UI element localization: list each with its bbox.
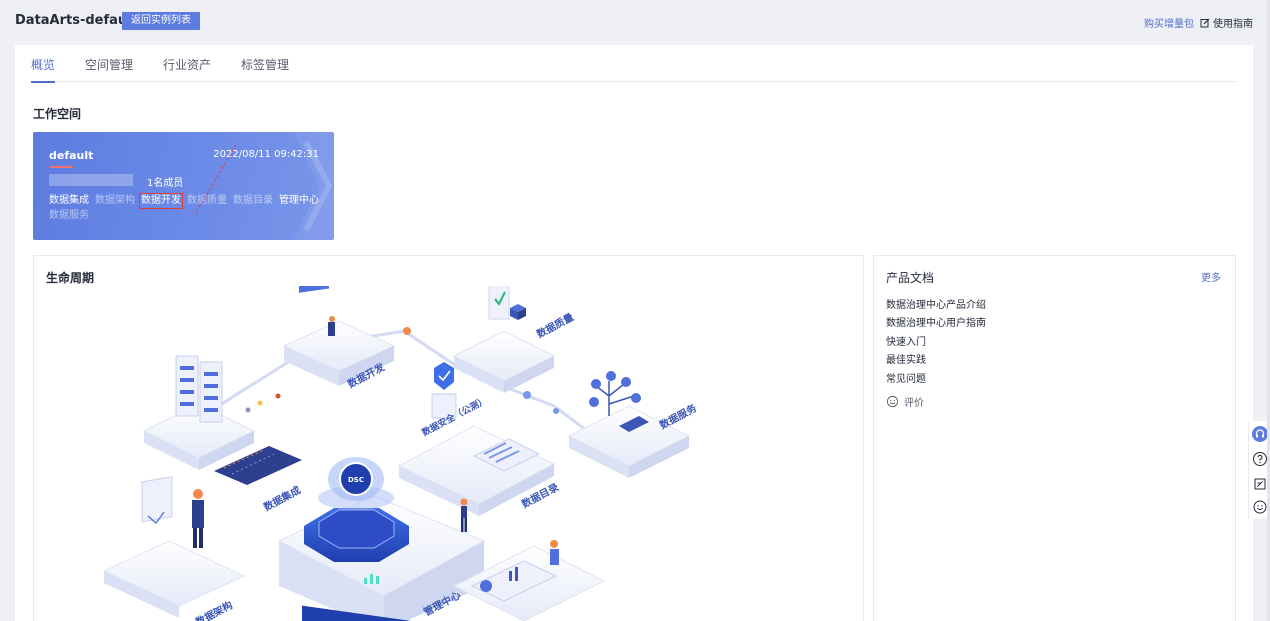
workspace-module-links: 数据集成 数据架构 数据开发 数据质量 数据目录 管理中心 数据服务	[49, 193, 324, 222]
tab-bar: 概览 空间管理 行业资产 标签管理	[31, 45, 1237, 83]
security-catalog-platform	[397, 362, 556, 516]
headset-icon[interactable]	[1252, 426, 1268, 442]
tab-industry-assets[interactable]: 行业资产	[163, 45, 211, 82]
tab-overview[interactable]: 概览	[31, 45, 56, 83]
edit-doc-icon	[1200, 18, 1210, 27]
label-architecture: 数据架构	[193, 598, 234, 621]
buy-package-link[interactable]: 购买增量包	[1144, 15, 1194, 30]
workspace-name: default	[49, 149, 94, 162]
doc-link[interactable]: 快速入门	[886, 334, 986, 352]
redacted-owner	[49, 174, 133, 186]
workspace-date: 2022/08/11 09:42:31	[213, 149, 319, 160]
lifecycle-title: 生命周期	[46, 271, 95, 285]
module-link-integration[interactable]: 数据集成	[49, 195, 89, 207]
doc-link[interactable]: 数据治理中心产品介绍	[886, 297, 986, 315]
workspace-name-underline	[49, 166, 73, 168]
standing-person	[460, 498, 468, 532]
docs-title: 产品文档	[886, 271, 935, 285]
lifecycle-card: 生命周期 数据开发 数据质量 数据服务 数据集成 数据安全（公测） 数据目录 D…	[33, 255, 864, 621]
rate-button[interactable]: 评价	[886, 394, 924, 409]
smile-feedback-icon[interactable]	[1252, 499, 1268, 515]
docs-list: 数据治理中心产品介绍 数据治理中心用户指南 快速入门 最佳实践 常见问题	[886, 297, 986, 389]
label-integration: 数据集成	[261, 483, 302, 513]
module-link-catalog[interactable]: 数据目录	[233, 195, 273, 207]
rate-label: 评价	[904, 398, 924, 409]
app-title: DataArts-default	[15, 13, 138, 28]
module-link-architecture[interactable]: 数据架构	[95, 195, 135, 207]
tab-space-management[interactable]: 空间管理	[85, 45, 133, 82]
user-guide-label: 使用指南	[1213, 19, 1253, 30]
top-bar: DataArts-default 返回实例列表 购买增量包 使用指南	[0, 0, 1270, 42]
label-service: 数据服务	[657, 401, 699, 432]
product-docs-card: 产品文档 更多 数据治理中心产品介绍 数据治理中心用户指南 快速入门 最佳实践 …	[873, 255, 1236, 621]
user-guide-link[interactable]: 使用指南	[1200, 15, 1253, 30]
docs-more-link[interactable]: 更多	[1201, 269, 1221, 284]
module-link-service[interactable]: 数据服务	[49, 210, 89, 222]
workspace-section-title: 工作空间	[33, 107, 82, 121]
workspace-card[interactable]: default 2022/08/11 09:42:31 1名成员 数据集成 数据…	[33, 132, 334, 240]
module-link-development[interactable]: 数据开发	[139, 193, 183, 209]
smile-icon	[886, 395, 899, 408]
workspace-members: 1名成员	[147, 178, 184, 189]
doc-link[interactable]: 最佳实践	[886, 352, 986, 370]
tab-tag-management[interactable]: 标签管理	[241, 45, 289, 82]
overview-panel: 概览 空间管理 行业资产 标签管理 工作空间 default 2022/08/1…	[15, 45, 1253, 621]
integration-platform	[142, 355, 302, 485]
doc-link[interactable]: 数据治理中心用户指南	[886, 315, 986, 333]
core-label: DSC	[348, 476, 364, 484]
module-link-management[interactable]: 管理中心	[279, 195, 319, 207]
label-quality: 数据质量	[534, 310, 575, 340]
doc-link[interactable]: 常见问题	[886, 371, 986, 389]
help-icon[interactable]	[1252, 451, 1268, 467]
lifecycle-illustration: 数据开发 数据质量 数据服务 数据集成 数据安全（公测） 数据目录 DSC 管理…	[102, 286, 700, 621]
architecture-platform	[102, 476, 246, 618]
feedback-edit-icon[interactable]	[1252, 476, 1268, 492]
module-link-quality[interactable]: 数据质量	[187, 195, 227, 207]
back-to-instances-button[interactable]: 返回实例列表	[122, 12, 200, 30]
